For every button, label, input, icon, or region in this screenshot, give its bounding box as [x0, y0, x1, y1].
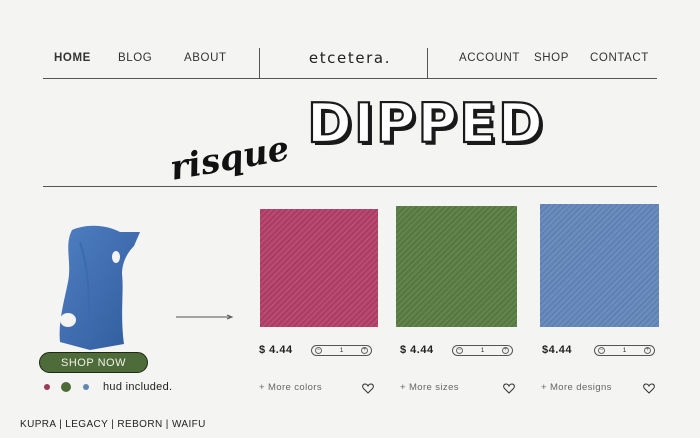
product-price: $ 4.44	[259, 344, 293, 356]
dress-image	[59, 225, 141, 350]
quantity-stepper[interactable]: − 1 +	[311, 345, 372, 356]
color-dot-blue[interactable]	[83, 384, 89, 390]
hero-script-word: risque	[167, 129, 292, 189]
product-swatch-blue[interactable]	[540, 204, 659, 327]
nav-underline	[43, 78, 657, 79]
nav-divider-right	[427, 48, 428, 79]
heart-icon[interactable]	[503, 383, 515, 394]
increment-icon[interactable]: +	[644, 347, 651, 354]
quantity-stepper[interactable]: − 1 +	[452, 345, 513, 356]
color-dot-berry[interactable]	[44, 384, 50, 390]
more-colors-link[interactable]: + More colors	[259, 382, 322, 393]
heart-icon[interactable]	[362, 383, 374, 394]
more-designs-link[interactable]: + More designs	[541, 382, 612, 393]
hero-headline-outline: DIPPED	[307, 92, 545, 155]
hero-underline	[43, 186, 657, 187]
product-price: $ 4.44	[400, 344, 434, 356]
arrow-right-icon	[176, 314, 234, 320]
nav-divider-left	[259, 48, 260, 79]
product-price: $4.44	[542, 344, 573, 356]
product-swatch-pink[interactable]	[260, 209, 378, 327]
product-swatch-green[interactable]	[396, 206, 517, 327]
more-sizes-link[interactable]: + More sizes	[400, 382, 459, 393]
increment-icon[interactable]: +	[361, 347, 368, 354]
increment-icon[interactable]: +	[502, 347, 509, 354]
brand-logo[interactable]: etcetera.	[0, 49, 700, 67]
shop-now-button[interactable]: SHOP NOW	[39, 352, 148, 373]
quantity-stepper[interactable]: − 1 +	[594, 345, 655, 356]
compatibility-list: KUPRA | LEGACY | REBORN | WAIFU	[20, 419, 206, 430]
hero-title: DIPPED DIPPED risque	[167, 91, 546, 189]
shop-now-label: SHOP NOW	[61, 357, 126, 369]
color-dot-green[interactable]	[61, 382, 71, 392]
heart-icon[interactable]	[643, 383, 655, 394]
hud-included-label: hud included.	[103, 381, 173, 393]
